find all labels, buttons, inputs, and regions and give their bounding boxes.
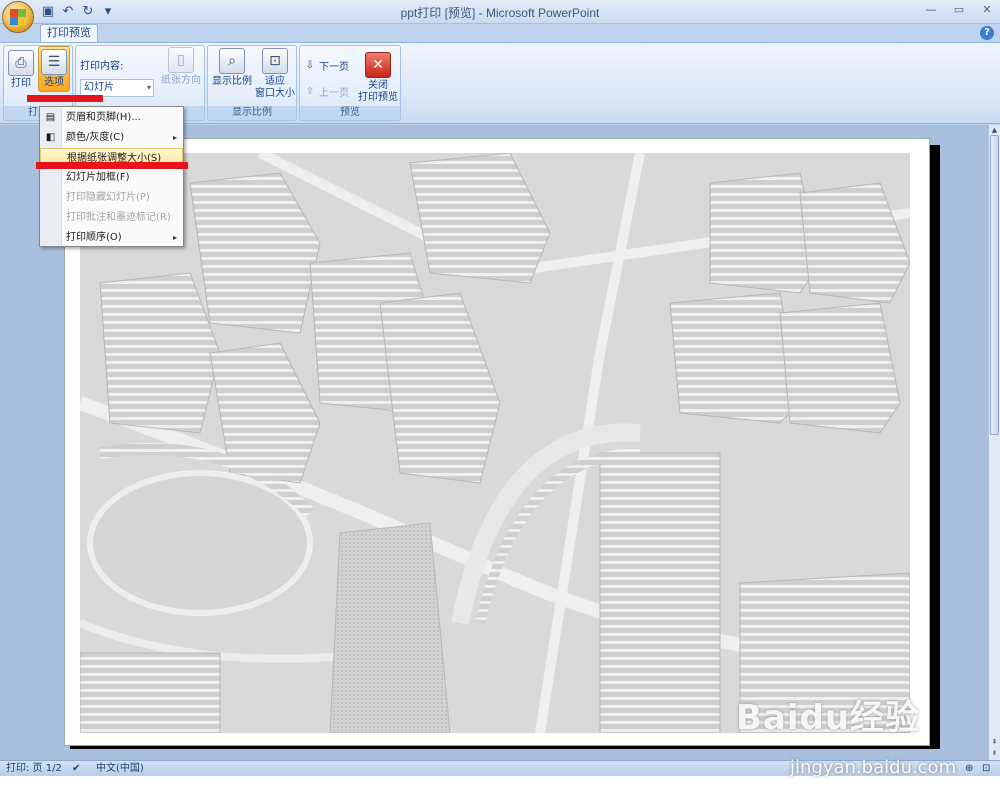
preview-group-label: 预览 xyxy=(300,106,400,120)
page-orientation-icon: ▯ xyxy=(168,47,194,73)
options-button[interactable]: ☰ 选项 xyxy=(38,46,70,92)
scroll-page-up-icon[interactable]: ⇞ xyxy=(990,737,999,747)
options-icon: ☰ xyxy=(41,49,67,75)
zoom-button[interactable]: ⌕ 显示比例 xyxy=(210,48,254,104)
highlight-mark-menu-item xyxy=(36,162,188,169)
menu-item-print-order[interactable]: 打印顺序(O) ▸ xyxy=(40,228,183,247)
baidu-watermark-logo: Baidu经验 xyxy=(736,698,921,738)
document-icon: ▤ xyxy=(45,112,56,123)
next-page-button[interactable]: ⇩ 下一页 xyxy=(304,58,349,74)
grayscale-icon: ◧ xyxy=(45,132,56,143)
slide-image-embossed-city-map xyxy=(80,153,910,733)
scroll-up-icon[interactable]: ▲ xyxy=(990,125,999,135)
menu-item-color-grayscale[interactable]: ◧ 颜色/灰度(C) ▸ xyxy=(40,128,183,147)
office-button[interactable] xyxy=(2,1,34,33)
options-dropdown-menu: ▤ 页眉和页脚(H)... ◧ 颜色/灰度(C) ▸ 根据纸张调整大小(S) 幻… xyxy=(39,106,184,247)
baidu-watermark-url: jingyan.baidu.com xyxy=(790,757,957,778)
fit-page-icon[interactable]: ⊡ xyxy=(982,761,990,776)
window-title: ppt打印 [预览] - Microsoft PowerPoint xyxy=(400,6,600,20)
scroll-page-down-icon[interactable]: ⇟ xyxy=(990,748,999,758)
minimize-icon[interactable]: — xyxy=(924,3,938,16)
printer-icon: ⎙ xyxy=(8,50,34,76)
language-indicator[interactable]: 中文(中国) xyxy=(96,761,144,776)
spellcheck-icon[interactable]: ✔ xyxy=(72,761,80,776)
highlight-mark-options xyxy=(27,95,103,102)
scrollbar-thumb[interactable] xyxy=(990,135,999,435)
tab-print-preview[interactable]: 打印预览 xyxy=(40,24,98,42)
bottom-strip xyxy=(0,776,1000,800)
preview-group: ⇩ 下一页 ⇧ 上一页 ✕ 关闭 打印预览 预览 xyxy=(299,45,401,121)
fit-window-icon: ⊡ xyxy=(262,48,288,74)
magnifier-icon: ⌕ xyxy=(219,48,245,74)
page-indicator: 打印: 页 1/2 xyxy=(6,763,62,774)
restore-icon[interactable]: ▭ xyxy=(952,3,966,16)
close-preview-button[interactable]: ✕ 关闭 打印预览 xyxy=(356,52,400,108)
vertical-scrollbar[interactable]: ▲ ⇞ ⇟ xyxy=(988,125,1000,760)
ribbon-tab-row: 打印预览 ? xyxy=(0,24,1000,42)
orientation-button[interactable]: ▯ 纸张方向 xyxy=(160,47,202,103)
window-controls: — ▭ ✕ xyxy=(924,3,994,16)
submenu-arrow-icon: ▸ xyxy=(172,133,177,142)
next-page-icon: ⇩ xyxy=(305,59,315,71)
zoom-in-icon[interactable]: ⊕ xyxy=(965,761,973,776)
office-logo-icon xyxy=(10,9,26,25)
zoom-group-label: 显示比例 xyxy=(208,106,296,120)
zoom-group: ⌕ 显示比例 ⊡ 适应 窗口大小 显示比例 xyxy=(207,45,297,121)
fit-to-window-button[interactable]: ⊡ 适应 窗口大小 xyxy=(254,48,296,106)
submenu-arrow-icon: ▸ xyxy=(172,233,177,242)
help-icon[interactable]: ? xyxy=(980,26,994,40)
close-icon[interactable]: ✕ xyxy=(980,3,994,16)
menu-item-print-hidden-slides[interactable]: 打印隐藏幻灯片(P) xyxy=(40,188,183,207)
print-content-label: 打印内容: xyxy=(80,61,124,72)
previous-page-button[interactable]: ⇧ 上一页 xyxy=(304,84,349,100)
previous-page-icon: ⇧ xyxy=(305,85,315,97)
menu-item-header-footer[interactable]: ▤ 页眉和页脚(H)... xyxy=(40,108,183,127)
close-preview-icon: ✕ xyxy=(365,52,391,78)
menu-item-frame-slides[interactable]: 幻灯片加框(F) xyxy=(40,168,183,187)
chevron-down-icon: ▾ xyxy=(146,83,151,92)
title-bar: ▣ ↶ ↻ ▾ ppt打印 [预览] - Microsoft PowerPoin… xyxy=(0,0,1000,33)
menu-item-print-comments[interactable]: 打印批注和墨迹标记(R) xyxy=(40,208,183,227)
